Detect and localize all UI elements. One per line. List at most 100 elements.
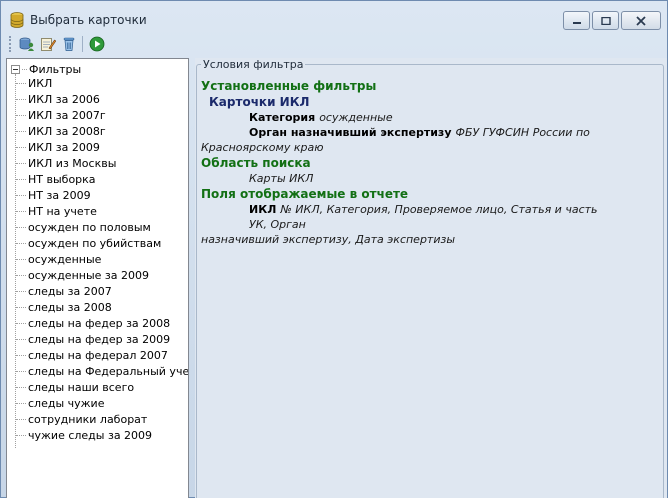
tree-item-label: ИКЛ xyxy=(28,76,53,90)
delete-icon xyxy=(63,37,74,51)
tree-branch-line xyxy=(16,258,26,260)
tree-item[interactable]: ИКЛ за 2009 xyxy=(16,139,100,155)
tree-item-label: осужденные xyxy=(28,252,102,266)
filters-tree[interactable]: Фильтры ИКЛ ИКЛ за 2006 ИКЛ за 2007г ИКЛ за… xyxy=(6,58,189,498)
tree-item[interactable]: следы наши всего xyxy=(16,379,134,395)
tree-root-filters[interactable]: Фильтры xyxy=(11,62,81,76)
toolbar-grip[interactable] xyxy=(9,36,12,52)
tree-item[interactable]: ИКЛ за 2006 xyxy=(16,91,100,107)
edit-card-icon xyxy=(40,38,56,51)
tree-item[interactable]: ИКЛ за 2008г xyxy=(16,123,106,139)
filter-conditions: Установленные фильтры Карточки ИКЛ Катег… xyxy=(201,78,611,247)
tree-branch-line xyxy=(16,194,26,196)
tree-item[interactable]: следы на федерал 2007 xyxy=(16,347,168,363)
delete-button[interactable] xyxy=(58,34,79,54)
filter-panel: Условия фильтра Установленные фильтры Ка… xyxy=(195,58,667,498)
fields-row: ИКЛ № ИКЛ, Категория, Проверяемое лицо, С… xyxy=(201,202,611,232)
tree-item-label: следы на федер за 2009 xyxy=(28,332,171,346)
tree-item-label: следы наши всего xyxy=(28,380,135,394)
organ-value: ФБУ ГУФСИН России по xyxy=(455,126,590,139)
tree-branch-line xyxy=(16,370,26,372)
tree-branch-line xyxy=(16,354,26,356)
toolbar xyxy=(5,33,663,55)
tree-branch-line xyxy=(16,418,26,420)
app-window: Выбрать карточки Фильтры ИКЛ ИКЛ за 2006… xyxy=(0,0,668,498)
tree-item[interactable]: ИКЛ xyxy=(16,75,52,91)
tree-item-label: осужденные за 2009 xyxy=(28,268,149,282)
tree-item-label: чужие следы за 2009 xyxy=(28,428,153,442)
tree-branch-line xyxy=(16,338,26,340)
category-row: Категория осужденные xyxy=(201,110,611,125)
tree-item-label: ИКЛ за 2007г xyxy=(28,108,106,122)
tree-branch-line xyxy=(16,146,26,148)
tree-item[interactable]: чужие следы за 2009 xyxy=(16,427,152,443)
tree-item[interactable]: НТ на учете xyxy=(16,203,97,219)
tree-branch-line xyxy=(16,242,26,244)
tree-branch-line xyxy=(16,226,26,228)
tree-item[interactable]: следы чужие xyxy=(16,395,104,411)
toolbar-separator xyxy=(82,36,83,52)
organ-label: Орган назначивший экспертизу xyxy=(249,126,452,139)
select-users-button[interactable] xyxy=(16,34,37,54)
tree-item[interactable]: сотрудники лаборат xyxy=(16,411,147,427)
tree-item-label: НТ выборка xyxy=(28,172,96,186)
tree-item-label: осужден по половым xyxy=(28,220,151,234)
database-icon xyxy=(10,12,24,28)
tree-branch-line xyxy=(16,434,26,436)
tree-branch-line xyxy=(16,274,26,276)
tree-item[interactable]: НТ за 2009 xyxy=(16,187,91,203)
tree-item-label: следы на Федеральный уче xyxy=(28,364,189,378)
tree-item[interactable]: осужден по половым xyxy=(16,219,151,235)
category-value: осужденные xyxy=(319,111,393,124)
run-button[interactable] xyxy=(86,34,107,54)
tree-branch-line xyxy=(16,386,26,388)
run-icon xyxy=(89,36,104,52)
tree-branch-line xyxy=(16,98,26,100)
organ-value-continued: Красноярскому краю xyxy=(201,141,324,154)
tree-item[interactable]: ИКЛ за 2007г xyxy=(16,107,106,123)
tree-branch-line xyxy=(16,322,26,324)
tree-item[interactable]: следы на федер за 2009 xyxy=(16,331,170,347)
tree-item-label: следы за 2008 xyxy=(28,300,112,314)
tree-item-label: осужден по убийствам xyxy=(28,236,162,250)
tree-item[interactable]: следы за 2007 xyxy=(16,283,112,299)
tree-item-label: сотрудники лаборат xyxy=(28,412,148,426)
tree-branch-line xyxy=(16,290,26,292)
fields-value: № ИКЛ, Категория, Проверяемое лицо, Стат… xyxy=(249,203,598,231)
title-bar[interactable]: Выбрать карточки xyxy=(1,1,667,31)
tree-item-label: ИКЛ из Москвы xyxy=(28,156,117,170)
tree-item-label: ИКЛ за 2008г xyxy=(28,124,106,138)
tree-item[interactable]: НТ выборка xyxy=(16,171,96,187)
tree-item-label: следы на федерал 2007 xyxy=(28,348,168,362)
tree-item-label: следы на федер за 2008 xyxy=(28,316,171,330)
edit-button[interactable] xyxy=(37,34,58,54)
tree-branch-line xyxy=(16,178,26,180)
tree-item-label: НТ на учете xyxy=(28,204,97,218)
tree-item-label: ИКЛ за 2009 xyxy=(28,140,100,154)
tree-root-label: Фильтры xyxy=(29,62,82,76)
tree-item[interactable]: следы на федер за 2008 xyxy=(16,315,170,331)
installed-filters-heading: Установленные фильтры xyxy=(201,79,377,93)
tree-item[interactable]: следы на Федеральный уче xyxy=(16,363,189,379)
collapse-icon[interactable] xyxy=(11,64,20,74)
tree-branch-line xyxy=(16,114,26,116)
search-area-heading: Область поиска xyxy=(201,156,311,170)
tree-branch-line xyxy=(16,82,26,84)
fields-label: ИКЛ xyxy=(249,203,277,216)
tree-item[interactable]: следы за 2008 xyxy=(16,299,112,315)
tree-item[interactable]: ИКЛ из Москвы xyxy=(16,155,116,171)
tree-item[interactable]: осужденные xyxy=(16,251,101,267)
tree-item[interactable]: осужденные за 2009 xyxy=(16,267,149,283)
maximize-button[interactable] xyxy=(592,11,619,30)
search-area-value: Карты ИКЛ xyxy=(249,172,314,185)
tree-item-label: НТ за 2009 xyxy=(28,188,91,202)
minimize-button[interactable] xyxy=(563,11,590,30)
tree-item-label: ИКЛ за 2006 xyxy=(28,92,100,106)
cards-heading: Карточки ИКЛ xyxy=(209,95,310,109)
tree-item[interactable]: осужден по убийствам xyxy=(16,235,161,251)
close-button[interactable] xyxy=(621,11,661,30)
tree-item-label: следы за 2007 xyxy=(28,284,112,298)
database-user-icon xyxy=(19,37,34,51)
tree-item-label: следы чужие xyxy=(28,396,105,410)
groupbox-legend: Условия фильтра xyxy=(201,58,306,71)
